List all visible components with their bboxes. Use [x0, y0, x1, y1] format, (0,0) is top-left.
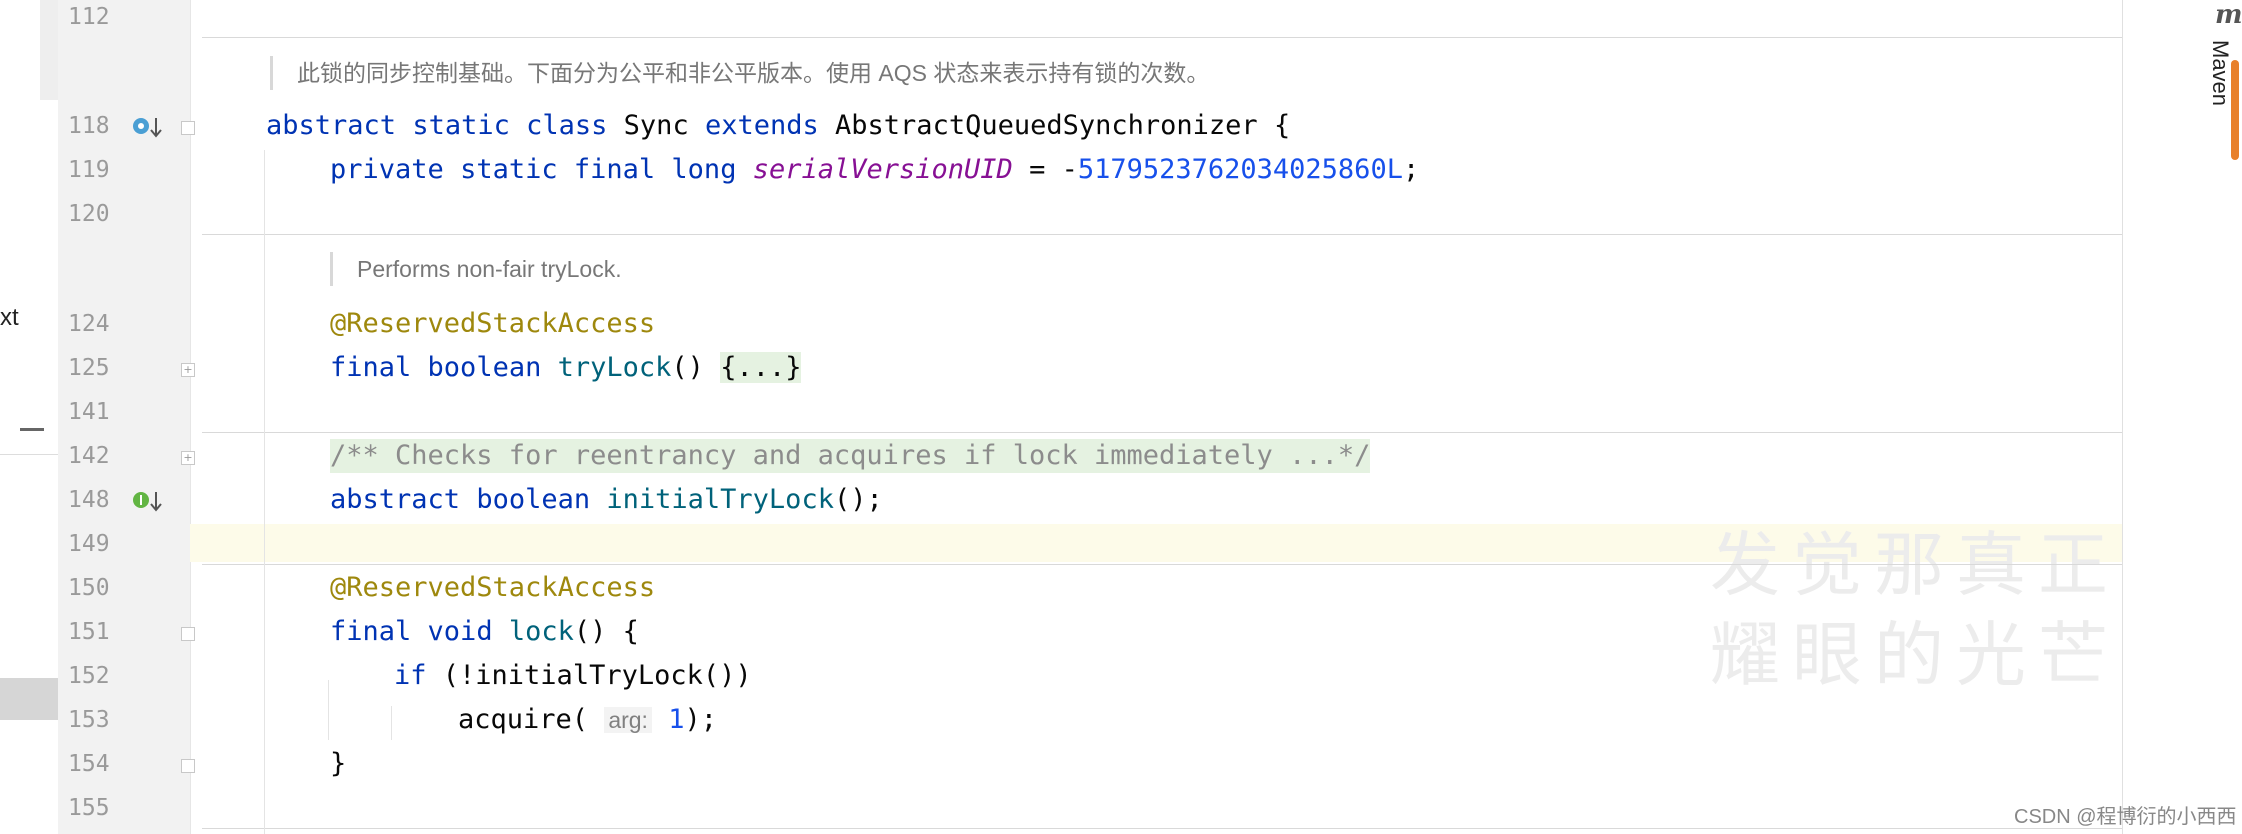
maven-tool-button[interactable]: Maven [2207, 40, 2233, 106]
code-line-151[interactable]: final void lock() { [330, 615, 639, 649]
call-end: ); [684, 704, 717, 735]
line-number: 120 [68, 201, 110, 227]
keyword: static [412, 110, 510, 141]
parameter-hint: arg: [604, 707, 652, 733]
keyword: final [573, 154, 656, 185]
line-number: 149 [68, 531, 110, 557]
line-number: 150 [68, 575, 110, 601]
keyword: extends [704, 110, 819, 141]
implemented-down-icon[interactable] [132, 489, 166, 515]
collapse-icon[interactable] [20, 428, 44, 431]
keyword: boolean [427, 352, 542, 383]
code-line-154[interactable]: } [330, 747, 346, 781]
background-watermark: 发觉那真正 耀眼的光芒 [1710, 520, 2120, 700]
panel-scroll-area [40, 0, 58, 100]
field-name: serialVersionUID [752, 154, 1013, 185]
superclass-name: AbstractQueuedSynchronizer [835, 110, 1258, 141]
code-line-152[interactable]: if (!initialTryLock()) [394, 659, 752, 693]
keyword: void [427, 616, 493, 647]
method-separator [202, 37, 2124, 38]
project-panel-edge: xt [0, 0, 58, 834]
number-literal: 5179523762034025860L [1077, 154, 1403, 185]
indent-guide [264, 150, 265, 834]
class-name: Sync [623, 110, 689, 141]
keyword: abstract [266, 110, 397, 141]
panel-divider [0, 454, 58, 455]
line-number: 155 [68, 795, 110, 821]
brace: { [1273, 110, 1291, 141]
line-number: 119 [68, 157, 110, 183]
condition: (!initialTryLock()) [426, 660, 752, 691]
parens: () { [573, 616, 639, 647]
keyword: class [526, 110, 608, 141]
code-line-125[interactable]: final boolean tryLock() {...} [330, 351, 802, 385]
method-call: acquire( [458, 704, 589, 735]
keyword: boolean [476, 484, 591, 515]
line-number: 151 [68, 619, 110, 645]
method-separator [202, 234, 2124, 235]
truncated-tree-label[interactable]: xt [0, 304, 19, 332]
method-separator [202, 828, 2124, 829]
line-number: 125 [68, 355, 110, 381]
keyword: long [671, 154, 737, 185]
line-number: 118 [68, 113, 110, 139]
folded-block[interactable]: {...} [720, 352, 802, 383]
keyword: final [330, 352, 412, 383]
keyword: private [330, 154, 444, 185]
line-number: 153 [68, 707, 110, 733]
code-line-150[interactable]: @ReservedStackAccess [330, 571, 655, 605]
method-name: lock [508, 616, 574, 647]
code-editor[interactable]: 发觉那真正 耀眼的光芒 此锁的同步控制基础。下面分为公平和非公平版本。使用 AQ… [190, 0, 2124, 834]
line-number: 154 [68, 751, 110, 777]
code-line-124[interactable]: @ReservedStackAccess [330, 307, 655, 341]
keyword: final [330, 616, 412, 647]
method-separator [202, 432, 2124, 433]
line-number: 112 [68, 4, 110, 30]
line-number: 148 [68, 487, 110, 513]
parens: () [671, 352, 721, 383]
keyword: abstract [330, 484, 461, 515]
code-line-148[interactable]: abstract boolean initialTryLock(); [330, 483, 883, 517]
parens: (); [833, 484, 883, 515]
watermark-line: 发觉那真正 [1710, 524, 2120, 606]
keyword: static [460, 154, 558, 185]
watermark-line: 耀眼的光芒 [1710, 614, 2120, 696]
right-tool-window-bar: m Maven [2122, 0, 2242, 834]
number-literal: 1 [668, 704, 685, 735]
maven-icon[interactable]: m [2215, 0, 2242, 30]
indent-guide [328, 680, 329, 740]
code-line-118[interactable]: abstract static class Sync extends Abstr… [266, 109, 1290, 143]
method-separator [202, 564, 2124, 565]
editor-gutter[interactable]: 112 118 119 120 124 125 141 142 148 149 … [58, 0, 195, 834]
selected-tree-row[interactable] [0, 678, 58, 720]
scrollbar-marker[interactable] [2231, 60, 2239, 160]
code-line-119[interactable]: private static final long serialVersionU… [330, 153, 1419, 187]
method-name: tryLock [557, 352, 672, 383]
operator: = - [1012, 154, 1078, 185]
line-number: 142 [68, 443, 110, 469]
line-number: 124 [68, 311, 110, 337]
keyword: if [394, 660, 427, 691]
method-name: initialTryLock [606, 484, 834, 515]
indent-guide [391, 706, 392, 740]
code-line-153[interactable]: acquire( arg: 1); [458, 703, 717, 737]
line-number: 152 [68, 663, 110, 689]
credit-watermark: CSDN @程博衍的小西西 [2014, 806, 2237, 828]
semicolon: ; [1402, 154, 1420, 185]
override-down-icon[interactable] [132, 115, 166, 141]
rendered-doc-comment[interactable]: 此锁的同步控制基础。下面分为公平和非公平版本。使用 AQS 状态来表示持有锁的次… [270, 56, 1209, 90]
folded-doc-comment[interactable]: /** Checks for reentrancy and acquires i… [330, 439, 1371, 473]
line-number: 141 [68, 399, 110, 425]
rendered-doc-comment[interactable]: Performs non-fair tryLock. [330, 252, 622, 286]
